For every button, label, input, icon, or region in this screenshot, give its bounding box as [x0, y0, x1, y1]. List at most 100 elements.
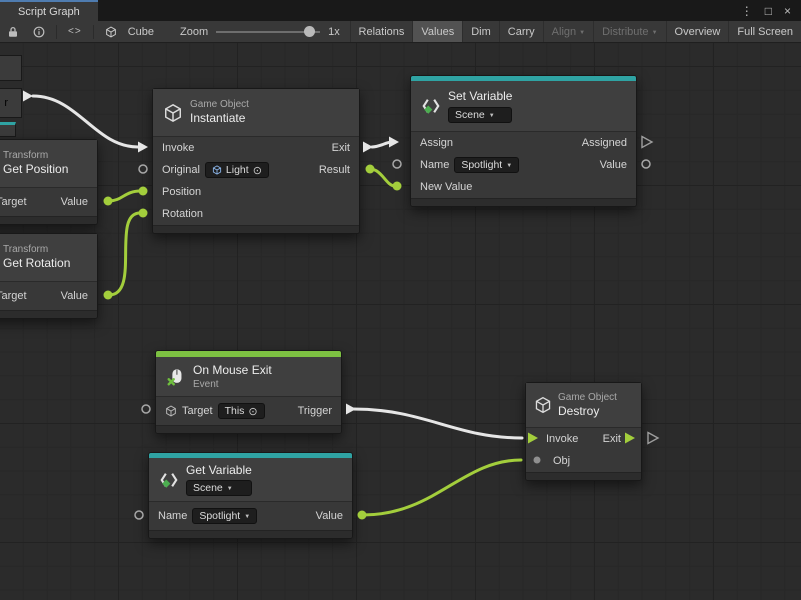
node-fragment[interactable]	[0, 122, 16, 137]
button-label: Distribute	[602, 26, 648, 38]
port-destroy-exit-out[interactable]	[648, 433, 658, 444]
dim-button[interactable]: Dim	[462, 21, 499, 42]
port-trigger-out[interactable]	[346, 404, 356, 415]
port-row: Invoke Exit	[526, 428, 641, 450]
node-body: Target Value	[0, 188, 97, 216]
node-header: Set Variable Scene ▼	[411, 81, 636, 132]
toolbar-separator	[93, 25, 94, 39]
game-object-icon	[163, 103, 183, 123]
node-body: Invoke Exit Obj	[526, 428, 641, 472]
caret-down-icon: ▼	[489, 113, 495, 119]
port-position-in[interactable]	[139, 187, 148, 196]
port-row: Target Value	[0, 282, 97, 310]
distribute-button[interactable]: Distribute ▼	[593, 21, 665, 42]
carry-button[interactable]: Carry	[499, 21, 543, 42]
info-icon[interactable]	[26, 21, 52, 42]
lock-icon-glyph	[7, 26, 19, 38]
port-setvariable-name-in[interactable]	[393, 160, 401, 168]
button-label: Overview	[675, 26, 721, 38]
target-object-field[interactable]: This ⊙	[218, 403, 265, 419]
dropdown-value: Spotlight	[199, 510, 240, 522]
caret-down-icon: ▼	[652, 30, 658, 36]
code-icon[interactable]: <>	[61, 21, 89, 42]
wires-layer	[0, 43, 801, 600]
port-result-out[interactable]	[366, 165, 375, 174]
port-label-exit: Exit	[603, 433, 621, 445]
port-invoke-in[interactable]	[138, 142, 148, 153]
info-icon-glyph	[33, 26, 45, 38]
object-field-value: Light	[226, 164, 249, 176]
node-footer	[0, 310, 97, 318]
port-label-name: Name	[420, 159, 449, 171]
variable-name-dropdown[interactable]: Spotlight ▼	[454, 157, 519, 173]
menu-icon[interactable]: ⋮	[741, 4, 753, 18]
port-getvariable-name-in[interactable]	[135, 511, 143, 519]
graph-canvas[interactable]: r Transform Get Position Target Value	[0, 43, 801, 600]
node-footer	[149, 530, 352, 538]
node-get-position[interactable]: Transform Get Position Target Value	[0, 139, 98, 225]
port-exit-out[interactable]	[363, 142, 373, 153]
node-set-variable[interactable]: Set Variable Scene ▼ Assign Assigned Nam…	[410, 75, 637, 207]
node-title: Get Rotation	[3, 256, 70, 270]
port-setvariable-value-out[interactable]	[642, 160, 650, 168]
node-fragment[interactable]: r	[0, 88, 22, 118]
zoom-slider[interactable]	[216, 21, 320, 42]
port-original-in[interactable]	[139, 165, 147, 173]
port-getrotation-value-out[interactable]	[104, 291, 113, 300]
port-assigned-out[interactable]	[642, 137, 652, 148]
tab-script-graph[interactable]: Script Graph	[0, 0, 98, 21]
port-label-invoke: Invoke	[162, 142, 194, 154]
port-getvariable-value-out[interactable]	[358, 511, 367, 520]
lock-icon[interactable]	[0, 21, 26, 42]
dropdown-value: Scene	[455, 109, 485, 121]
wire-flow-exit-to-assign	[372, 142, 392, 147]
node-on-mouse-exit[interactable]: On Mouse Exit Event Target This ⊙ Trigge…	[155, 350, 342, 434]
zoom-value: 1x	[324, 26, 344, 38]
graph-target-name[interactable]: Cube	[124, 26, 158, 38]
node-header: Game Object Instantiate	[153, 89, 359, 137]
original-object-field[interactable]: Light ⊙	[205, 162, 269, 178]
node-title: Get Position	[3, 162, 68, 176]
port-label-value: Value	[600, 159, 627, 171]
object-picker-icon[interactable]: ⊙	[248, 405, 257, 418]
node-destroy[interactable]: Game Object Destroy Invoke Exit Obj	[525, 382, 642, 481]
port-assign-in[interactable]	[389, 137, 399, 148]
node-body: Target Value	[0, 282, 97, 310]
port-row: Target Value	[0, 188, 97, 216]
port-label-value: Value	[61, 290, 88, 302]
node-header: Transform Get Position	[0, 140, 97, 188]
variable-scope-dropdown[interactable]: Scene ▼	[186, 480, 252, 496]
object-picker-icon[interactable]: ⊙	[253, 164, 262, 177]
port-rotation-in[interactable]	[139, 209, 148, 218]
zoom-label: Zoom	[176, 26, 212, 38]
relations-button[interactable]: Relations	[350, 21, 413, 42]
values-button[interactable]: Values	[412, 21, 462, 42]
port-flow-out-offscreen[interactable]	[23, 91, 33, 102]
port-label-target: Target	[0, 290, 27, 302]
port-row: New Value	[411, 176, 636, 198]
node-header: Game Object Destroy	[526, 383, 641, 428]
node-instantiate[interactable]: Game Object Instantiate Invoke Exit Orig…	[152, 88, 360, 234]
port-mouseexit-target-in[interactable]	[142, 405, 150, 413]
caret-down-icon: ▼	[244, 514, 250, 520]
port-new-value-in[interactable]	[393, 182, 402, 191]
button-label: Values	[421, 26, 454, 38]
node-footer	[411, 198, 636, 206]
align-button[interactable]: Align▼	[543, 21, 593, 42]
node-get-variable[interactable]: Get Variable Scene ▼ Name Spotlight ▼ Va…	[148, 452, 353, 539]
node-category: Game Object	[190, 99, 249, 110]
variable-scope-dropdown[interactable]: Scene ▼	[448, 107, 512, 123]
node-get-rotation[interactable]: Transform Get Rotation Target Value	[0, 233, 98, 319]
node-footer	[153, 225, 359, 233]
overview-button[interactable]: Overview	[666, 21, 729, 42]
node-fragment[interactable]	[0, 55, 22, 81]
variable-name-dropdown[interactable]: Spotlight ▼	[192, 508, 257, 524]
node-title: Instantiate	[190, 111, 249, 125]
port-getposition-value-out[interactable]	[104, 197, 113, 206]
close-icon[interactable]: ×	[784, 4, 791, 18]
maximize-icon[interactable]: □	[765, 4, 772, 18]
fullscreen-button[interactable]: Full Screen	[728, 21, 801, 42]
port-label-target: Target	[0, 196, 27, 208]
zoom-slider-handle[interactable]	[304, 26, 315, 37]
wire-data-getposition-to-position	[109, 191, 140, 201]
